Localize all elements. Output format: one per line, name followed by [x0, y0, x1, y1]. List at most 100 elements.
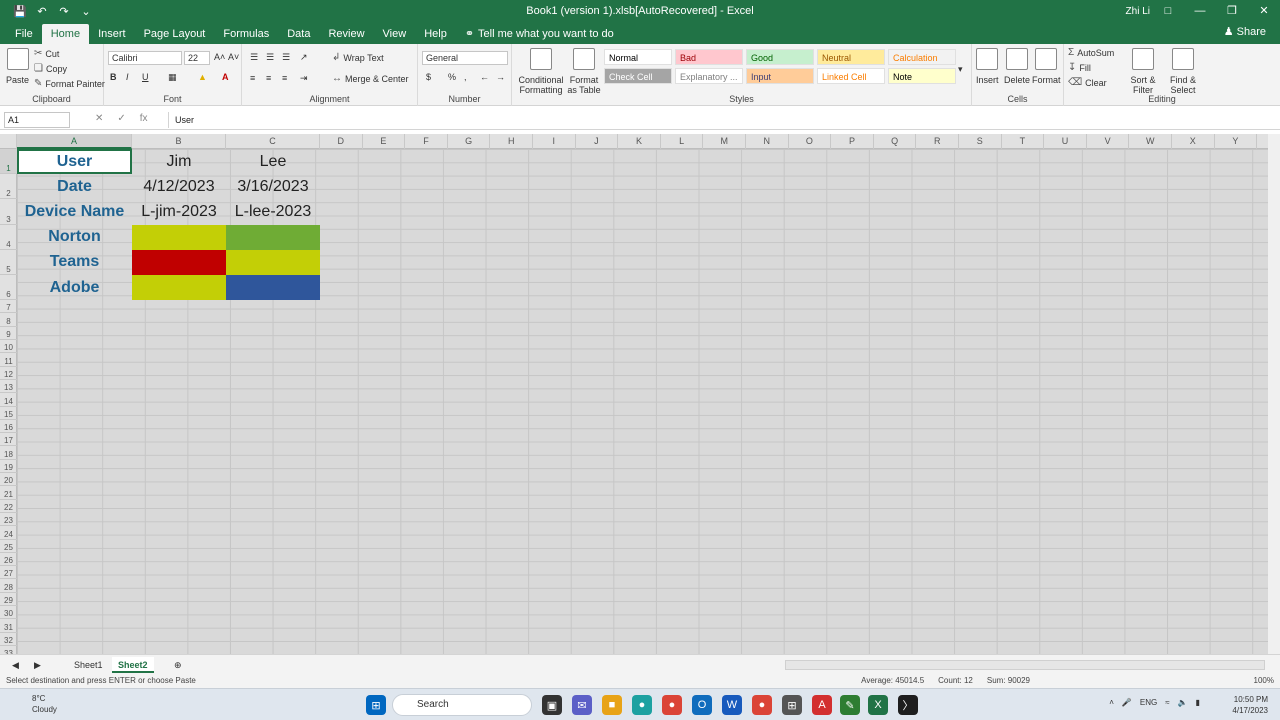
tab-home[interactable]: Home	[41, 24, 90, 44]
weather-widget[interactable]: 8°C Cloudy	[10, 693, 57, 715]
format-as-table-button[interactable]: Format as Table	[564, 48, 604, 95]
cell-a3[interactable]: Device Name	[17, 199, 132, 224]
delete-cells-button[interactable]: Delete	[1004, 48, 1030, 85]
cell-b1[interactable]: Jim	[132, 149, 226, 174]
column-header-w[interactable]: W	[1129, 134, 1172, 149]
column-header-u[interactable]: U	[1044, 134, 1087, 149]
column-header-h[interactable]: H	[490, 134, 533, 149]
row-header-32[interactable]: 32	[0, 633, 17, 646]
cell-a1[interactable]: User	[17, 149, 132, 175]
column-header-k[interactable]: K	[618, 134, 661, 149]
cell-a5[interactable]: Teams	[17, 250, 132, 275]
decrease-decimal-icon[interactable]: →	[496, 72, 505, 82]
font-color-icon[interactable]: A	[222, 72, 229, 82]
row-header-26[interactable]: 26	[0, 553, 17, 567]
tab-review[interactable]: Review	[319, 24, 373, 44]
edge-icon[interactable]: ●	[632, 695, 652, 715]
column-header-a[interactable]: A	[17, 134, 132, 149]
row-header-19[interactable]: 19	[0, 460, 17, 474]
column-header-t[interactable]: T	[1002, 134, 1045, 149]
calculator-icon[interactable]: ⊞	[782, 695, 802, 715]
row-header-1[interactable]: 1	[0, 149, 17, 175]
tab-formulas[interactable]: Formulas	[214, 24, 278, 44]
indent-icon[interactable]: ⇥	[300, 73, 308, 84]
percent-icon[interactable]: %	[448, 72, 456, 82]
cell-a4[interactable]: Norton	[17, 225, 132, 250]
row-header-23[interactable]: 23	[0, 513, 17, 527]
align-right-icon[interactable]: ≡	[282, 73, 287, 83]
cell-b3[interactable]: L-jim-2023	[132, 199, 226, 224]
increase-decimal-icon[interactable]: ←	[480, 72, 489, 82]
wrap-text-button[interactable]: ↲ Wrap Text	[332, 52, 384, 63]
column-header-x[interactable]: X	[1172, 134, 1215, 149]
fill-color-icon[interactable]: ▲	[198, 72, 207, 82]
insert-cells-button[interactable]: Insert	[976, 48, 999, 85]
conditional-formatting-button[interactable]: Conditional Formatting	[516, 48, 566, 95]
save-icon[interactable]: 💾	[12, 3, 28, 19]
cell-style-3[interactable]: Neutral	[817, 49, 885, 65]
number-format-select[interactable]: General	[422, 51, 508, 65]
row-header-25[interactable]: 25	[0, 540, 17, 553]
ribbon-display-icon[interactable]: □	[1152, 0, 1184, 22]
user-name[interactable]: Zhi Li	[1126, 6, 1150, 17]
horizontal-scrollbar[interactable]	[785, 660, 1265, 670]
sheet-tab-sheet2[interactable]: Sheet2	[112, 657, 154, 673]
format-cells-button[interactable]: Format	[1032, 48, 1061, 85]
chrome-icon[interactable]: ●	[662, 695, 682, 715]
tab-view[interactable]: View	[374, 24, 416, 44]
sort-filter-button[interactable]: Sort & Filter	[1126, 48, 1160, 95]
cell-c2[interactable]: 3/16/2023	[226, 174, 320, 199]
file-explorer-icon[interactable]: ■	[602, 695, 622, 715]
cell-style-7[interactable]: Input	[746, 68, 814, 84]
column-header-j[interactable]: J	[576, 134, 619, 149]
chrome-alt-icon[interactable]: ●	[752, 695, 772, 715]
cell-style-1[interactable]: Bad	[675, 49, 743, 65]
cell-style-9[interactable]: Note	[888, 68, 956, 84]
cell-style-5[interactable]: Check Cell	[604, 68, 672, 84]
cell-b2[interactable]: 4/12/2023	[132, 174, 226, 199]
cell-c3[interactable]: L-lee-2023	[226, 199, 320, 224]
microphone-icon[interactable]: 🎤	[1122, 698, 1132, 707]
insert-function-icon[interactable]: fx	[140, 113, 148, 124]
tray-chevron-icon[interactable]: ˄	[1109, 698, 1114, 707]
row-header-30[interactable]: 30	[0, 606, 17, 620]
styles-more-icon[interactable]: ▾	[958, 64, 963, 75]
cell-c1[interactable]: Lee	[226, 149, 320, 174]
underline-icon[interactable]: U	[142, 72, 149, 82]
formula-input[interactable]: User	[168, 112, 1266, 128]
bold-icon[interactable]: B	[110, 72, 117, 82]
row-header-9[interactable]: 9	[0, 327, 17, 341]
tab-file[interactable]: File	[6, 24, 42, 44]
acrobat-icon[interactable]: A	[812, 695, 832, 715]
row-header-3[interactable]: 3	[0, 199, 17, 225]
cancel-entry-icon[interactable]: ✕	[95, 113, 103, 124]
outlook-icon[interactable]: O	[692, 695, 712, 715]
clear-button[interactable]: ⌫ Clear	[1068, 77, 1107, 88]
cell-style-0[interactable]: Normal	[604, 49, 672, 65]
format-painter-button[interactable]: ✎ Format Painter	[34, 78, 105, 89]
column-header-n[interactable]: N	[746, 134, 789, 149]
row-header-7[interactable]: 7	[0, 300, 17, 314]
font-grow-icon[interactable]: A˄	[214, 52, 225, 62]
row-header-21[interactable]: 21	[0, 486, 17, 500]
sheet-scroll-right-icon[interactable]: ▶	[28, 657, 47, 673]
row-header-24[interactable]: 24	[0, 526, 17, 540]
row-header-14[interactable]: 14	[0, 393, 17, 407]
word-icon[interactable]: W	[722, 695, 742, 715]
column-header-p[interactable]: P	[831, 134, 874, 149]
cell-a2[interactable]: Date	[17, 174, 132, 199]
column-header-r[interactable]: R	[916, 134, 959, 149]
column-header-i[interactable]: I	[533, 134, 576, 149]
orientation-icon[interactable]: ↗	[300, 52, 308, 63]
comma-icon[interactable]: ,	[464, 72, 467, 82]
row-header-12[interactable]: 12	[0, 367, 17, 380]
row-header-31[interactable]: 31	[0, 619, 17, 633]
column-header-o[interactable]: O	[789, 134, 832, 149]
row-header-20[interactable]: 20	[0, 473, 17, 487]
fill-button[interactable]: ↧ Fill	[1068, 62, 1091, 73]
cell-b4[interactable]	[132, 224, 226, 250]
column-header-e[interactable]: E	[363, 134, 406, 149]
taskbar-clock[interactable]: 10:50 PM 4/17/2023	[1232, 694, 1268, 716]
column-header-v[interactable]: V	[1087, 134, 1130, 149]
align-top-icon[interactable]: ☰	[250, 52, 258, 63]
